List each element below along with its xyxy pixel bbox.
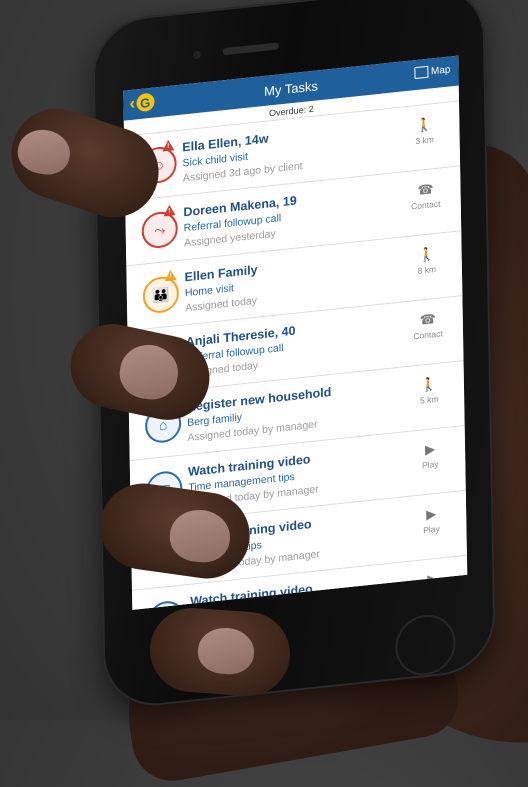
task-action-button[interactable]: 🚶 3 km <box>401 115 447 148</box>
walk-icon: 🚶 <box>418 246 435 263</box>
task-text: Anjali Theresie, 40 Referral followup cal… <box>186 314 387 379</box>
task-action-button[interactable]: ▶ <box>409 569 455 592</box>
task-action-button[interactable]: ▶ Play <box>407 439 453 472</box>
task-action-button[interactable]: ☎ Contact <box>402 180 448 213</box>
alert-badge-icon: ! <box>163 204 175 216</box>
task-action-label: Play <box>423 523 440 536</box>
home-button[interactable] <box>394 612 456 679</box>
task-action-label: Contact <box>413 328 443 342</box>
back-button[interactable]: ‹ G <box>129 92 155 115</box>
earpiece-speaker <box>222 42 279 56</box>
alert-badge-icon: ! <box>164 269 176 281</box>
task-text: Ellen Family Home visit Assigned today <box>184 249 385 315</box>
referral-icon: ⤳ <box>141 210 179 250</box>
play-icon: ▶ <box>424 441 436 458</box>
walk-icon: 🚶 <box>420 375 438 393</box>
task-action-label: 3 km <box>415 134 434 147</box>
phone-icon: ☎ <box>417 181 434 198</box>
family-icon: 👪 <box>142 274 180 315</box>
play-icon: ▶ <box>427 570 438 587</box>
walk-icon: 🚶 <box>416 116 433 133</box>
task-text: Ella Ellen, 14w Sick child visit Assigned … <box>182 120 383 185</box>
task-action-label: 5 km <box>419 393 439 406</box>
task-text: Register new household Berg familiy Assign… <box>187 379 388 444</box>
task-text: Doreen Makena, 19 Referral followup call A… <box>183 184 384 250</box>
map-icon <box>413 65 429 80</box>
phone-icon: ☎ <box>419 310 436 328</box>
play-icon: ▶ <box>426 505 437 523</box>
task-action-label: Contact <box>411 198 441 212</box>
task-action-button[interactable]: 🚶 8 km <box>403 245 449 278</box>
map-button[interactable]: Map <box>413 63 451 80</box>
video-icon: ▣ <box>148 599 185 610</box>
map-label: Map <box>430 63 451 77</box>
front-camera <box>192 50 201 60</box>
task-action-label: Play <box>421 458 439 471</box>
back-chevron-icon: ‹ <box>129 93 136 114</box>
task-action-button[interactable]: ☎ Contact <box>405 309 451 342</box>
task-action-button[interactable]: ▶ Play <box>408 504 454 537</box>
page-title: My Tasks <box>263 77 319 99</box>
alert-badge-icon: ! <box>162 139 174 151</box>
task-action-label: 8 km <box>417 263 437 276</box>
app-logo-icon: G <box>136 92 155 113</box>
task-action-button[interactable]: 🚶 5 km <box>406 374 452 407</box>
